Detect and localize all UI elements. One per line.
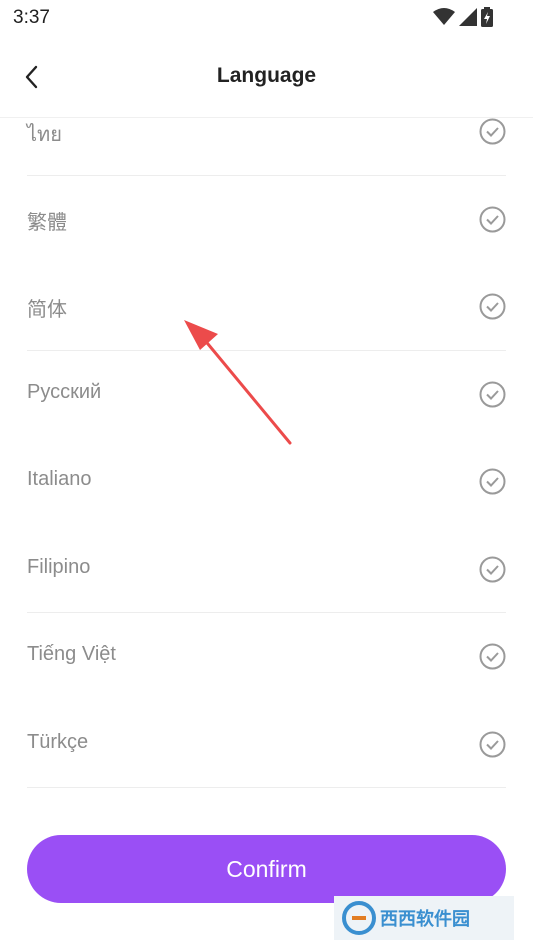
list-item-simplified-chinese[interactable]: 简体 — [27, 263, 506, 351]
app-bar: Language — [0, 36, 533, 118]
language-label: Русский — [27, 380, 102, 403]
language-list-viewport[interactable]: ไทย 繁體 简体 Русский Italiano Filipino Tiến… — [0, 118, 533, 818]
list-item-vietnamese[interactable]: Tiếng Việt — [27, 613, 506, 701]
list-item-thai[interactable]: ไทย — [27, 118, 506, 176]
signal-icon — [459, 8, 477, 26]
list-item-italian[interactable]: Italiano — [27, 438, 506, 526]
list-item-filipino[interactable]: Filipino — [27, 526, 506, 613]
status-bar: 3:37 — [0, 0, 533, 36]
language-list: ไทย 繁體 简体 Русский Italiano Filipino Tiến… — [27, 118, 506, 788]
page-title: Language — [216, 64, 317, 87]
confirm-button[interactable]: Confirm — [27, 835, 506, 903]
battery-icon — [481, 7, 493, 27]
language-label: ไทย — [27, 124, 62, 146]
check-circle-icon — [479, 293, 506, 320]
status-time: 3:37 — [13, 7, 50, 28]
check-circle-icon — [479, 468, 506, 495]
check-circle-icon — [479, 381, 506, 407]
watermark-icon — [342, 901, 376, 935]
check-circle-icon — [479, 206, 506, 232]
language-label: 简体 — [27, 299, 67, 321]
list-item-traditional-chinese[interactable]: 繁體 — [27, 176, 506, 264]
wifi-icon — [433, 8, 455, 25]
language-label: Türkçe — [27, 730, 89, 753]
list-item-turkish[interactable]: Türkçe — [27, 701, 506, 788]
check-circle-icon — [479, 556, 506, 582]
language-label: Filipino — [27, 555, 91, 578]
watermark-logo: 西西软件园 — [334, 896, 514, 940]
check-circle-icon — [479, 731, 506, 757]
language-label: 繁體 — [27, 211, 67, 234]
language-label: Tiếng Việt — [27, 643, 116, 665]
check-circle-icon — [479, 118, 506, 145]
watermark-text: 西西软件园 — [380, 909, 470, 929]
list-item-russian[interactable]: Русский — [27, 351, 506, 439]
check-circle-icon — [479, 643, 506, 670]
status-icons — [433, 7, 493, 27]
language-label: Italiano — [27, 468, 92, 490]
